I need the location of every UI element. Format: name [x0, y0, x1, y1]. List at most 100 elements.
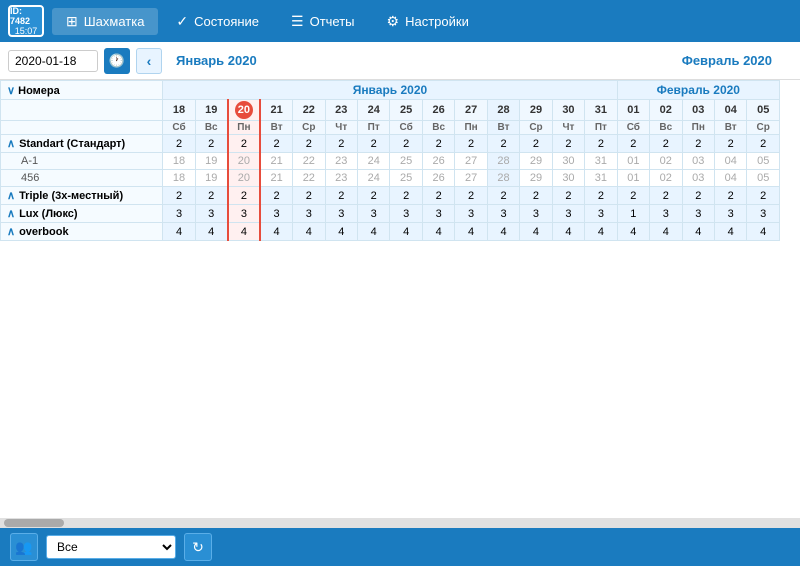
cell-jan-5[interactable]: 2 [325, 135, 357, 153]
cell-jan-4[interactable]: 3 [293, 205, 325, 223]
cell-feb-3[interactable]: 4 [714, 223, 746, 241]
cell-jan-5[interactable]: 4 [325, 223, 357, 241]
cell-jan-12[interactable]: 30 [552, 170, 584, 187]
cell-jan-9[interactable]: 2 [455, 135, 487, 153]
cell-jan-2[interactable]: 20 [228, 170, 260, 187]
nav-nastroyki[interactable]: ⚙ Настройки [373, 8, 483, 35]
cell-jan-7[interactable]: 25 [390, 170, 422, 187]
cell-jan-10[interactable]: 2 [487, 187, 519, 205]
calendar-icon-button[interactable]: 🕐 [104, 48, 130, 74]
expand-icon-3[interactable]: ∧ [7, 190, 15, 202]
cell-jan-6[interactable]: 3 [358, 205, 390, 223]
cell-feb-0[interactable]: 2 [617, 135, 649, 153]
cell-jan-8[interactable]: 2 [422, 135, 454, 153]
cell-feb-2[interactable]: 03 [682, 153, 714, 170]
cell-feb-1[interactable]: 02 [650, 153, 682, 170]
cell-feb-0[interactable]: 1 [617, 205, 649, 223]
cell-jan-8[interactable]: 2 [422, 187, 454, 205]
cell-feb-1[interactable]: 2 [650, 187, 682, 205]
cell-jan-2[interactable]: 2 [228, 135, 260, 153]
cell-jan-7[interactable]: 2 [390, 187, 422, 205]
cell-jan-10[interactable]: 28 [487, 153, 519, 170]
cell-feb-3[interactable]: 2 [714, 187, 746, 205]
cell-jan-10[interactable]: 2 [487, 135, 519, 153]
cell-jan-5[interactable]: 3 [325, 205, 357, 223]
cell-jan-1[interactable]: 19 [195, 170, 227, 187]
users-icon-button[interactable]: 👥 [10, 533, 38, 561]
cell-jan-11[interactable]: 29 [520, 170, 552, 187]
cell-jan-7[interactable]: 2 [390, 135, 422, 153]
cell-jan-4[interactable]: 22 [293, 153, 325, 170]
expand-icon-0[interactable]: ∧ [7, 138, 15, 150]
cell-jan-9[interactable]: 4 [455, 223, 487, 241]
cell-jan-8[interactable]: 3 [422, 205, 454, 223]
cell-feb-2[interactable]: 03 [682, 170, 714, 187]
nav-otchety[interactable]: ☰ Отчеты [277, 8, 369, 35]
cell-feb-2[interactable]: 2 [682, 187, 714, 205]
cell-jan-8[interactable]: 26 [422, 153, 454, 170]
cell-jan-0[interactable]: 3 [163, 205, 195, 223]
cell-jan-0[interactable]: 2 [163, 187, 195, 205]
cell-jan-11[interactable]: 4 [520, 223, 552, 241]
cell-jan-7[interactable]: 25 [390, 153, 422, 170]
cell-feb-0[interactable]: 4 [617, 223, 649, 241]
cell-jan-0[interactable]: 18 [163, 170, 195, 187]
cell-jan-13[interactable]: 31 [585, 153, 617, 170]
cell-jan-0[interactable]: 18 [163, 153, 195, 170]
cell-jan-8[interactable]: 26 [422, 170, 454, 187]
scroll-thumb[interactable] [4, 519, 64, 527]
cell-jan-13[interactable]: 31 [585, 170, 617, 187]
cell-feb-4[interactable]: 2 [747, 187, 780, 205]
cell-jan-5[interactable]: 23 [325, 153, 357, 170]
cell-jan-2[interactable]: 20 [228, 153, 260, 170]
cell-jan-8[interactable]: 4 [422, 223, 454, 241]
cell-jan-6[interactable]: 2 [358, 135, 390, 153]
cell-jan-11[interactable]: 2 [520, 187, 552, 205]
refresh-button[interactable]: ↻ [184, 533, 212, 561]
cell-jan-1[interactable]: 3 [195, 205, 227, 223]
nav-sostoyanie[interactable]: ✓ Состояние [162, 8, 273, 35]
cell-jan-13[interactable]: 4 [585, 223, 617, 241]
cell-jan-5[interactable]: 2 [325, 187, 357, 205]
nav-shahmatka[interactable]: ⊞ Шахматка [52, 8, 158, 35]
cell-jan-3[interactable]: 3 [260, 205, 292, 223]
cell-jan-9[interactable]: 3 [455, 205, 487, 223]
cell-jan-11[interactable]: 29 [520, 153, 552, 170]
cell-feb-1[interactable]: 3 [650, 205, 682, 223]
cell-jan-1[interactable]: 2 [195, 187, 227, 205]
cell-feb-2[interactable]: 4 [682, 223, 714, 241]
cell-jan-10[interactable]: 4 [487, 223, 519, 241]
cell-feb-4[interactable]: 05 [747, 170, 780, 187]
cell-feb-3[interactable]: 2 [714, 135, 746, 153]
cell-feb-0[interactable]: 01 [617, 170, 649, 187]
cell-jan-6[interactable]: 24 [358, 170, 390, 187]
cell-feb-4[interactable]: 3 [747, 205, 780, 223]
cell-jan-9[interactable]: 27 [455, 153, 487, 170]
cell-jan-5[interactable]: 23 [325, 170, 357, 187]
cell-feb-3[interactable]: 3 [714, 205, 746, 223]
cell-feb-1[interactable]: 2 [650, 135, 682, 153]
cell-jan-12[interactable]: 30 [552, 153, 584, 170]
cell-feb-2[interactable]: 3 [682, 205, 714, 223]
cell-feb-3[interactable]: 04 [714, 153, 746, 170]
cell-jan-9[interactable]: 27 [455, 170, 487, 187]
expand-rooms-icon[interactable]: ∨ [7, 85, 15, 97]
cell-jan-3[interactable]: 4 [260, 223, 292, 241]
cell-jan-2[interactable]: 2 [228, 187, 260, 205]
expand-icon-4[interactable]: ∧ [7, 208, 15, 220]
calendar-container[interactable]: ∨ Номера Январь 2020 Февраль 2020 181920… [0, 80, 800, 528]
cell-jan-10[interactable]: 3 [487, 205, 519, 223]
cell-jan-3[interactable]: 2 [260, 135, 292, 153]
cell-jan-1[interactable]: 4 [195, 223, 227, 241]
cell-jan-3[interactable]: 21 [260, 153, 292, 170]
cell-feb-2[interactable]: 2 [682, 135, 714, 153]
cell-jan-0[interactable]: 4 [163, 223, 195, 241]
cell-jan-3[interactable]: 2 [260, 187, 292, 205]
cell-jan-4[interactable]: 2 [293, 135, 325, 153]
cell-feb-3[interactable]: 04 [714, 170, 746, 187]
cell-jan-4[interactable]: 2 [293, 187, 325, 205]
cell-jan-13[interactable]: 2 [585, 135, 617, 153]
cell-jan-2[interactable]: 4 [228, 223, 260, 241]
cell-jan-13[interactable]: 3 [585, 205, 617, 223]
cell-jan-11[interactable]: 3 [520, 205, 552, 223]
